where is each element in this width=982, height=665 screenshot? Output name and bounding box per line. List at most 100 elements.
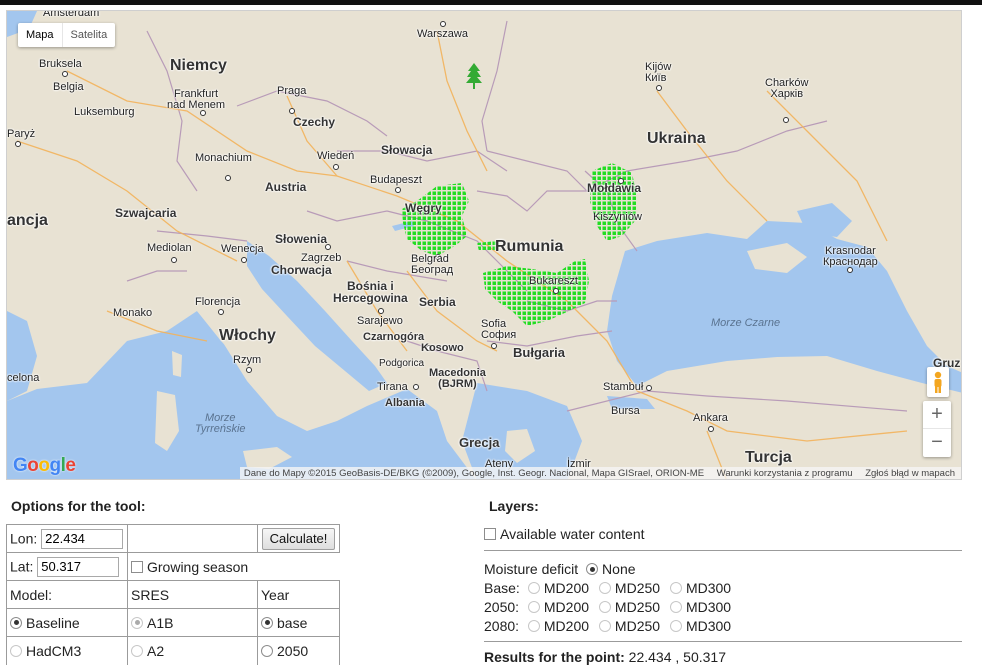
moisture-deficit-label: Moisture deficit [484, 561, 579, 577]
label-ankara: Ankara [693, 412, 728, 424]
options-title: Options for the tool: [11, 498, 146, 514]
md250-2050-radio[interactable] [598, 601, 611, 613]
label-rzym: Rzym [233, 354, 262, 366]
city-dot [225, 175, 231, 181]
sres-a1b-label: A1B [147, 614, 174, 631]
lon-cell: Lon: [6, 524, 128, 553]
model-baseline-cell: Baseline [6, 608, 128, 637]
growing-season-checkbox[interactable] [131, 560, 143, 573]
label-bosnia: Bośnia i Hercegowina [333, 279, 408, 305]
label-niemcy: Niemcy [170, 57, 227, 74]
zoom-in-button[interactable]: + [923, 401, 951, 429]
city-dot [289, 108, 295, 114]
city-dot [708, 426, 714, 432]
city-dot [246, 367, 252, 373]
city-dot [553, 288, 559, 294]
options-table: Lon: Calculate! Lat: Growing season Mode… [6, 524, 340, 665]
sres-a2-label: A2 [147, 642, 165, 659]
md300-2080-radio[interactable] [669, 620, 682, 632]
city-dot [171, 257, 177, 263]
model-hadcm3-cell: HadCM3 [6, 636, 128, 665]
label-ukraina: Ukraina [647, 130, 706, 147]
none-radio[interactable] [586, 563, 599, 575]
label-belgrad: Belgrad Београд [411, 253, 454, 276]
label-czarnogora: Czarnogóra [363, 331, 425, 343]
zoom-out-button[interactable]: − [923, 429, 951, 457]
md300-2050-radio[interactable] [669, 601, 682, 613]
map-type-map-button[interactable]: Mapa [18, 23, 62, 47]
label-praga: Praga [277, 85, 307, 97]
label-budapeszt: Budapeszt [370, 174, 422, 186]
md-year-2080: 2080: [484, 618, 520, 634]
md-row-2080: 2080: MD200 MD250 MD300 [484, 618, 737, 634]
md-row-base: Base: MD200 MD250 MD300 [484, 580, 737, 596]
city-dot [378, 308, 384, 314]
label-warszawa: Warszawa [417, 28, 468, 40]
divider [484, 641, 962, 642]
md300-base-radio[interactable] [669, 582, 682, 594]
md250-base-radio[interactable] [598, 582, 611, 594]
map-type-satellite-button[interactable]: Satelita [61, 23, 116, 47]
tree-marker-icon[interactable] [466, 63, 482, 89]
available-water-label: Available water content [500, 526, 645, 542]
model-hadcm3-radio[interactable] [10, 644, 22, 657]
label-podgorica: Podgorica [379, 358, 425, 369]
md-year-base: Base: [484, 580, 520, 596]
report-error-link[interactable]: Zgłoś błąd w mapach [865, 468, 955, 479]
md200-2080-radio[interactable] [527, 620, 540, 632]
top-bar [0, 0, 982, 5]
md250-2080-radio[interactable] [598, 620, 611, 632]
lat-label: Lat: [10, 558, 34, 574]
md250-label: MD250 [614, 618, 661, 634]
lon-input[interactable] [41, 528, 124, 549]
year-base-radio[interactable] [261, 616, 273, 629]
label-wieden: Wiedeń [317, 150, 355, 162]
label-luksemburg: Luksemburg [74, 106, 135, 118]
year-2050-cell: 2050 [257, 636, 340, 665]
street-view-pegman[interactable] [927, 367, 949, 397]
map-attribution: Dane do Mapy ©2015 GeoBasis-DE/BKG (©200… [239, 467, 961, 479]
model-hadcm3-label: HadCM3 [26, 642, 82, 659]
model-header: Model: [6, 580, 128, 609]
city-dot [491, 343, 497, 349]
md200-label: MD200 [543, 580, 590, 596]
label-wenecja: Wenecja [221, 243, 264, 255]
sres-a1b-radio[interactable] [131, 616, 143, 629]
city-dot [62, 71, 68, 77]
year-2050-radio[interactable] [261, 644, 273, 657]
label-charkow: Charków Харків [765, 77, 809, 100]
label-slowacja: Słowacja [381, 143, 433, 157]
md300-label: MD300 [685, 599, 732, 615]
label-florencja: Florencja [195, 296, 241, 308]
city-dot [395, 187, 401, 193]
label-grecja: Grecja [459, 435, 500, 450]
calculate-button[interactable]: Calculate! [261, 527, 336, 550]
label-serbia: Serbia [419, 295, 456, 309]
label-kosowo: Kosowo [421, 342, 464, 354]
lat-input[interactable] [37, 556, 120, 577]
results-label: Results for the point: [484, 649, 625, 665]
google-logo[interactable]: Google [13, 455, 76, 477]
map-view[interactable]: Amsterdam Warszawa Bruksela Belgia Niemc… [6, 10, 962, 480]
label-austria: Austria [265, 180, 307, 194]
empty-cell [127, 524, 258, 553]
year-base-cell: base [257, 608, 340, 637]
available-water-checkbox[interactable] [484, 528, 496, 540]
label-bulgaria: Bułgaria [513, 345, 566, 360]
label-paryz: Paryż [7, 128, 36, 140]
none-label: None [602, 561, 636, 577]
sres-a2-radio[interactable] [131, 644, 143, 657]
sres-a2-cell: A2 [127, 636, 258, 665]
label-monachium: Monachium [195, 152, 252, 164]
zoom-control: + − [923, 401, 951, 457]
label-kijow: Kijów Київ [645, 61, 672, 84]
md200-label: MD200 [543, 618, 590, 634]
label-szwajcaria: Szwajcaria [115, 206, 177, 220]
city-dot [783, 117, 789, 123]
md200-base-radio[interactable] [527, 582, 540, 594]
terms-link[interactable]: Warunki korzystania z programu [717, 468, 853, 479]
model-baseline-radio[interactable] [10, 616, 22, 629]
md300-label: MD300 [685, 580, 732, 596]
md200-2050-radio[interactable] [527, 601, 540, 613]
city-dot [440, 21, 446, 27]
